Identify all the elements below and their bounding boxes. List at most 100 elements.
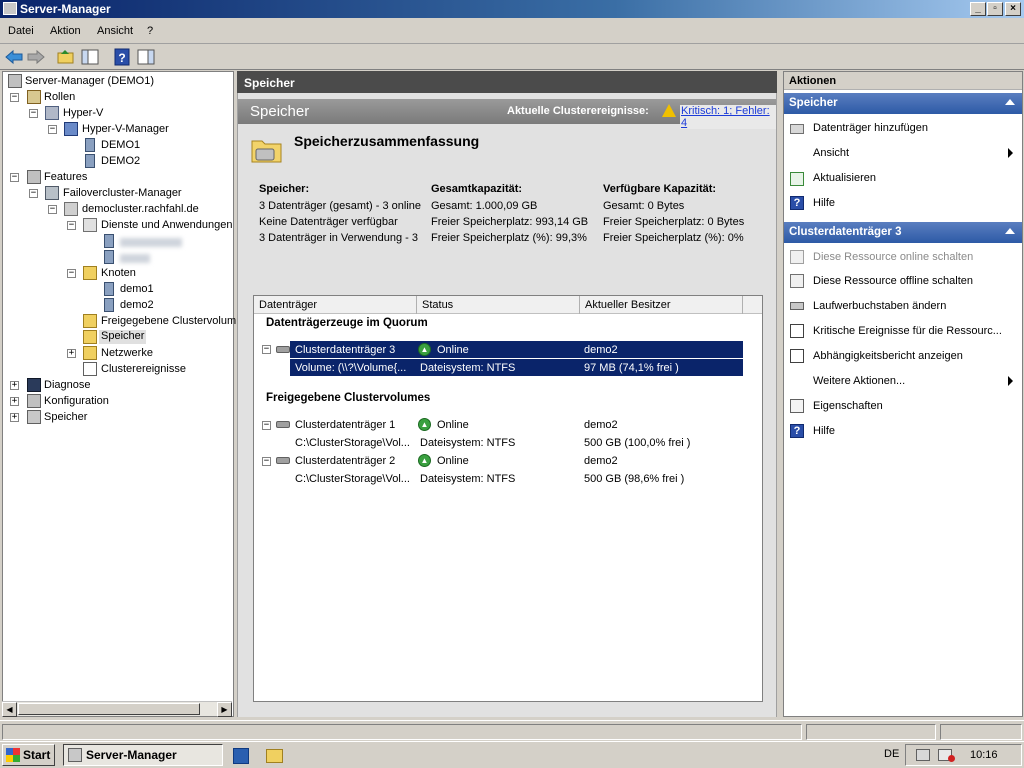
- tree-item-node-demo1[interactable]: demo1: [120, 283, 154, 295]
- disk-status: Online: [437, 455, 469, 467]
- tree-item-diagnose[interactable]: Diagnose: [44, 379, 90, 391]
- tree-item-node-demo2[interactable]: demo2: [120, 299, 154, 311]
- scroll-thumb[interactable]: [18, 703, 200, 715]
- collapse-icon[interactable]: −: [29, 189, 38, 198]
- clock[interactable]: 10:16: [970, 749, 998, 761]
- tree-item-features[interactable]: Features: [44, 171, 87, 183]
- tree-item-demo1[interactable]: DEMO1: [101, 139, 140, 151]
- column-header-status[interactable]: Status: [422, 299, 453, 311]
- menu-help[interactable]: ?: [147, 25, 153, 37]
- expand-icon[interactable]: +: [10, 397, 19, 406]
- collapse-icon[interactable]: −: [67, 269, 76, 278]
- collapse-icon[interactable]: −: [67, 221, 76, 230]
- collapse-icon[interactable]: −: [48, 125, 57, 134]
- summary-storage-heading: Speicher:: [259, 183, 310, 195]
- expand-icon[interactable]: +: [67, 349, 76, 358]
- tree-item-hyper-v-manager[interactable]: Hyper-V-Manager: [82, 123, 169, 135]
- disk-volume: C:\ClusterStorage\Vol...: [295, 437, 410, 449]
- tree-item-dienste[interactable]: Dienste und Anwendungen: [101, 219, 233, 231]
- tree-item-server-manager[interactable]: Server-Manager (DEMO1): [25, 75, 154, 87]
- start-button[interactable]: Start: [2, 744, 55, 766]
- maximize-button[interactable]: ▫: [987, 2, 1003, 16]
- collapse-icon[interactable]: −: [10, 173, 19, 182]
- minimize-button[interactable]: _: [970, 2, 986, 16]
- action-aktualisieren[interactable]: Aktualisieren: [813, 172, 876, 184]
- up-folder-icon[interactable]: [56, 48, 76, 66]
- status-field: [940, 724, 1022, 740]
- action-ansicht[interactable]: Ansicht: [813, 147, 849, 159]
- collapse-section-icon[interactable]: [1005, 99, 1015, 105]
- action-weitere-aktionen[interactable]: Weitere Aktionen...: [813, 375, 905, 387]
- tree-item-netzwerke[interactable]: Netzwerke: [101, 347, 153, 359]
- language-indicator[interactable]: DE: [884, 748, 899, 760]
- center-header: Speicher: [237, 71, 777, 93]
- disk-filesystem: Dateisystem: NTFS: [420, 362, 516, 374]
- menu-aktion[interactable]: Aktion: [50, 25, 81, 37]
- hyperv-manager-icon: [64, 122, 78, 136]
- disk-name[interactable]: Clusterdatenträger 2: [295, 455, 395, 467]
- help-icon[interactable]: ?: [112, 48, 132, 66]
- actions-section-speicher[interactable]: Speicher: [784, 93, 1022, 114]
- add-disk-icon: [790, 124, 804, 134]
- collapse-icon[interactable]: −: [10, 93, 19, 102]
- column-header-datentraeger[interactable]: Datenträger: [259, 299, 317, 311]
- section-title: Speicher: [789, 97, 838, 109]
- collapse-icon[interactable]: −: [262, 345, 271, 354]
- tree-item-konfiguration[interactable]: Konfiguration: [44, 395, 109, 407]
- online-status-icon: [418, 418, 431, 431]
- explorer-icon[interactable]: [266, 749, 283, 763]
- action-kritische-ereignisse[interactable]: Kritische Ereignisse für die Ressourc...: [813, 325, 1002, 337]
- tree-item-demo2[interactable]: DEMO2: [101, 155, 140, 167]
- expand-icon[interactable]: +: [10, 413, 19, 422]
- collapse-icon[interactable]: −: [29, 109, 38, 118]
- tree-item-democluster[interactable]: democluster.rachfahl.de: [82, 203, 199, 215]
- disk-name[interactable]: Clusterdatenträger 1: [295, 419, 395, 431]
- forward-arrow-icon[interactable]: [26, 48, 46, 66]
- action-datentraeger-hinzufuegen[interactable]: Datenträger hinzufügen: [813, 122, 928, 134]
- scroll-right-icon[interactable]: ▶: [217, 702, 232, 717]
- action-laufwerkbuchstaben[interactable]: Laufwerbuchstaben ändern: [813, 300, 946, 312]
- taskbar-item-server-manager[interactable]: Server-Manager: [63, 744, 223, 766]
- tree-item-clusterereignisse[interactable]: Clusterereignisse: [101, 363, 186, 375]
- server-icon: [104, 234, 114, 248]
- action-offline-schalten[interactable]: Diese Ressource offline schalten: [813, 275, 973, 287]
- tree-item-speicher-selected[interactable]: Speicher: [99, 330, 147, 344]
- tree-item-hyper-v[interactable]: Hyper-V: [63, 107, 103, 119]
- show-hide-tree-icon[interactable]: [80, 48, 100, 66]
- tree-horizontal-scrollbar[interactable]: ◀ ▶: [2, 701, 232, 717]
- collapse-icon[interactable]: −: [262, 421, 271, 430]
- network-icon[interactable]: [916, 749, 930, 761]
- powershell-icon[interactable]: [233, 748, 249, 764]
- scroll-left-icon[interactable]: ◀: [2, 702, 17, 717]
- tree-item-knoten[interactable]: Knoten: [101, 267, 136, 279]
- features-icon: [27, 170, 41, 184]
- action-eigenschaften[interactable]: Eigenschaften: [813, 400, 883, 412]
- menu-datei[interactable]: Datei: [8, 25, 34, 37]
- collapse-icon[interactable]: −: [48, 205, 57, 214]
- tree-item-failovercluster-manager[interactable]: Failovercluster-Manager: [63, 187, 182, 199]
- configuration-icon: [27, 394, 41, 408]
- action-abhaengigkeitsbericht[interactable]: Abhängigkeitsbericht anzeigen: [813, 350, 963, 362]
- column-header-besitzer[interactable]: Aktueller Besitzer: [585, 299, 671, 311]
- menu-ansicht[interactable]: Ansicht: [97, 25, 133, 37]
- collapse-icon[interactable]: −: [262, 457, 271, 466]
- diagnose-icon: [27, 378, 41, 392]
- summary-available-line: Freier Speicherplatz: 0 Bytes: [603, 216, 745, 228]
- actions-section-clusterdatentraeger-3[interactable]: Clusterdatenträger 3: [784, 222, 1022, 243]
- cluster-events-link[interactable]: Kritisch: 1; Fehler: 4: [680, 105, 776, 129]
- show-hide-action-pane-icon[interactable]: [136, 48, 156, 66]
- collapse-section-icon[interactable]: [1005, 228, 1015, 234]
- svg-text:?: ?: [118, 51, 125, 65]
- tree-item-cluster-volumes[interactable]: Freigegebene Clustervolum: [101, 315, 236, 327]
- summary-capacity-line: Gesamt: 1.000,09 GB: [431, 200, 538, 212]
- close-button[interactable]: ×: [1005, 2, 1021, 16]
- submenu-arrow-icon: [1008, 148, 1013, 158]
- action-online-schalten[interactable]: Diese Ressource online schalten: [813, 251, 973, 263]
- disk-volume: Volume: (\\?\Volume{...: [295, 362, 407, 374]
- action-hilfe-ressource[interactable]: Hilfe: [813, 425, 835, 437]
- tree-item-speicher[interactable]: Speicher: [44, 411, 87, 423]
- action-hilfe[interactable]: Hilfe: [813, 197, 835, 209]
- back-arrow-icon[interactable]: [4, 48, 24, 66]
- expand-icon[interactable]: +: [10, 381, 19, 390]
- tree-item-rollen[interactable]: Rollen: [44, 91, 75, 103]
